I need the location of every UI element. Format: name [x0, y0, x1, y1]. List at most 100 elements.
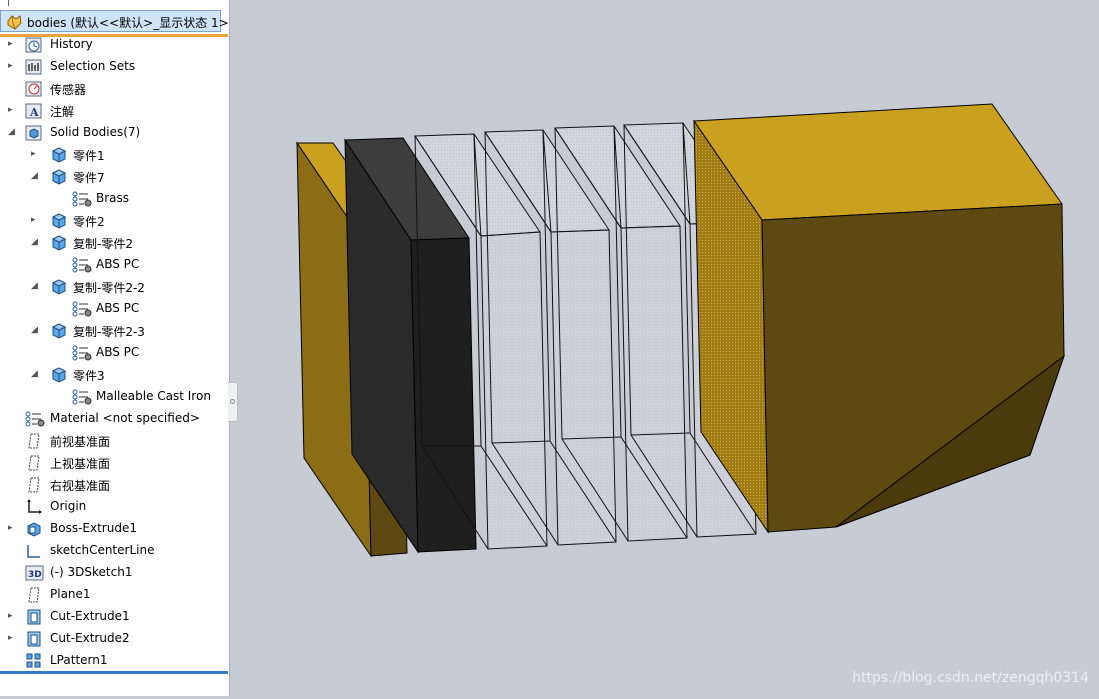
tree-item-label: sketchCenterLine [50, 543, 155, 557]
solid-body-icon [50, 234, 68, 252]
collapse-arrow-icon[interactable]: ◢ [31, 325, 39, 335]
tree-item-sketchcenterline[interactable]: sketchCenterLine [0, 540, 228, 562]
solid-body-icon [50, 146, 68, 164]
tree-item-label: ABS PC [96, 257, 140, 271]
solid-body-icon [50, 168, 68, 186]
tree-item-label: LPattern1 [50, 653, 108, 667]
collapse-arrow-icon[interactable]: ◢ [31, 369, 39, 379]
tree-item-abs-pc[interactable]: ABS PC [0, 342, 228, 364]
tree-item-malleable-cast-iron[interactable]: Malleable Cast Iron [0, 386, 228, 408]
tree-item-abs-pc[interactable]: ABS PC [0, 254, 228, 276]
tree-item-零件2[interactable]: ▸ 零件2 [0, 210, 228, 232]
collapse-arrow-icon[interactable]: ◢ [31, 171, 39, 181]
tree-item-label: Solid Bodies(7) [50, 125, 141, 139]
3d-sketch-icon: 3D [25, 564, 44, 582]
plane-icon [25, 586, 43, 604]
tree-item-label: 零件3 [73, 369, 105, 383]
tree-item-上视基准面[interactable]: 上视基准面 [0, 452, 228, 474]
expand-arrow-icon[interactable]: ▸ [8, 61, 16, 71]
tree-item-复制-零件2[interactable]: ◢ 复制-零件2 [0, 232, 228, 254]
linear-pattern-icon [25, 652, 43, 670]
tree-item-brass[interactable]: Brass [0, 188, 228, 210]
tree-connector-line [8, 0, 19, 6]
tree-item-零件3[interactable]: ◢ 零件3 [0, 364, 228, 386]
tree-item-label: Boss-Extrude1 [50, 521, 137, 535]
tree-root-label: bodies (默认<<默认>_显示状态 1>) [27, 16, 230, 30]
brass-housing-body[interactable] [693, 103, 1066, 534]
tree-item-selection-sets[interactable]: ▸ Selection Sets [0, 56, 228, 78]
tree-item-history[interactable]: ▸ History [0, 34, 228, 56]
tree-item-label: Selection Sets [50, 59, 136, 73]
svg-text:A: A [29, 106, 39, 119]
history-icon [25, 36, 43, 54]
origin-icon [25, 498, 43, 516]
tree-item-label: Cut-Extrude2 [50, 631, 130, 645]
solid-body-icon [50, 322, 68, 340]
sensor-icon [25, 80, 43, 98]
tree-item-前视基准面[interactable]: 前视基准面 [0, 430, 228, 452]
plane-icon [25, 454, 43, 472]
tree-item-lpattern1[interactable]: LPattern1 [0, 650, 228, 672]
tree-item-label: Plane1 [50, 587, 91, 601]
watermark-text: https://blog.csdn.net/zengqh0314 [852, 670, 1089, 686]
tree-item-cut-extrude1[interactable]: ▸ Cut-Extrude1 [0, 606, 228, 628]
tree-item-label: Material <not specified> [50, 411, 200, 425]
selection-sets-icon [25, 58, 43, 76]
tree-item-solid-bodies-7[interactable]: ◢ Solid Bodies(7) [0, 122, 228, 144]
tree-item-label: 注解 [50, 105, 75, 119]
tree-item-label: History [50, 37, 93, 51]
tree-item-plane1[interactable]: Plane1 [0, 584, 228, 606]
tree-item-复制-零件2-3[interactable]: ◢ 复制-零件2-3 [0, 320, 228, 342]
material-icon [72, 190, 92, 208]
tree-item-label: 传感器 [50, 83, 87, 97]
cut-extrude-icon [25, 608, 43, 626]
feature-manager-tree: bodies (默认<<默认>_显示状态 1>) ▸ History ▸ Select… [0, 0, 230, 696]
expand-arrow-icon[interactable]: ▸ [8, 611, 16, 621]
collapse-arrow-icon[interactable]: ◢ [31, 281, 39, 291]
graphics-viewport[interactable]: https://blog.csdn.net/zengqh0314 [230, 0, 1099, 696]
material-icon [72, 300, 92, 318]
tree-item-origin[interactable]: Origin [0, 496, 228, 518]
svg-text:3D: 3D [28, 570, 42, 580]
expand-arrow-icon[interactable]: ▸ [31, 149, 39, 159]
tree-bottom-bar [0, 671, 228, 674]
tree-item-label: Brass [96, 191, 130, 205]
tree-item-abs-pc[interactable]: ABS PC [0, 298, 228, 320]
tree-item-label: 零件2 [73, 215, 105, 229]
tree-item-label: 复制-零件2-3 [73, 325, 145, 339]
tree-item-label: 右视基准面 [50, 479, 111, 493]
tree-item-label: Cut-Extrude1 [50, 609, 130, 623]
3d-model-view[interactable] [230, 0, 1099, 696]
cut-extrude-icon [25, 630, 43, 648]
part-icon [5, 13, 23, 34]
tree-item-3dsketch1[interactable]: 3D (-) 3DSketch1 [0, 562, 228, 584]
tree-item-cut-extrude2[interactable]: ▸ Cut-Extrude2 [0, 628, 228, 650]
collapse-arrow-icon[interactable]: ◢ [8, 127, 16, 137]
boss-extrude-icon [25, 520, 43, 538]
expand-arrow-icon[interactable]: ▸ [8, 105, 16, 115]
tree-item-boss-extrude1[interactable]: ▸ Boss-Extrude1 [0, 518, 228, 540]
material-icon [25, 410, 45, 428]
tree-item-label: 零件1 [73, 149, 105, 163]
tree-item-label: 前视基准面 [50, 435, 111, 449]
annotation-icon: A [25, 102, 43, 120]
tree-item-material-not-specified[interactable]: Material <not specified> [0, 408, 228, 430]
solid-body-icon [50, 366, 68, 384]
tree-item-label: 零件7 [73, 171, 105, 185]
tree-item-复制-零件2-2[interactable]: ◢ 复制-零件2-2 [0, 276, 228, 298]
tree-root-item[interactable]: bodies (默认<<默认>_显示状态 1>) [0, 10, 229, 34]
tree-item-零件7[interactable]: ◢ 零件7 [0, 166, 228, 188]
tree-item-注解[interactable]: ▸ A 注解 [0, 100, 228, 122]
tree-item-零件1[interactable]: ▸ 零件1 [0, 144, 228, 166]
expand-arrow-icon[interactable]: ▸ [31, 215, 39, 225]
collapse-arrow-icon[interactable]: ◢ [31, 237, 39, 247]
expand-arrow-icon[interactable]: ▸ [8, 633, 16, 643]
tree-item-label: ABS PC [96, 301, 140, 315]
tree-item-label: 复制-零件2-2 [73, 281, 145, 295]
expand-arrow-icon[interactable]: ▸ [8, 39, 16, 49]
tree-item-传感器[interactable]: 传感器 [0, 78, 228, 100]
tree-item-右视基准面[interactable]: 右视基准面 [0, 474, 228, 496]
expand-arrow-icon[interactable]: ▸ [8, 523, 16, 533]
material-icon [72, 344, 92, 362]
material-icon [72, 256, 92, 274]
